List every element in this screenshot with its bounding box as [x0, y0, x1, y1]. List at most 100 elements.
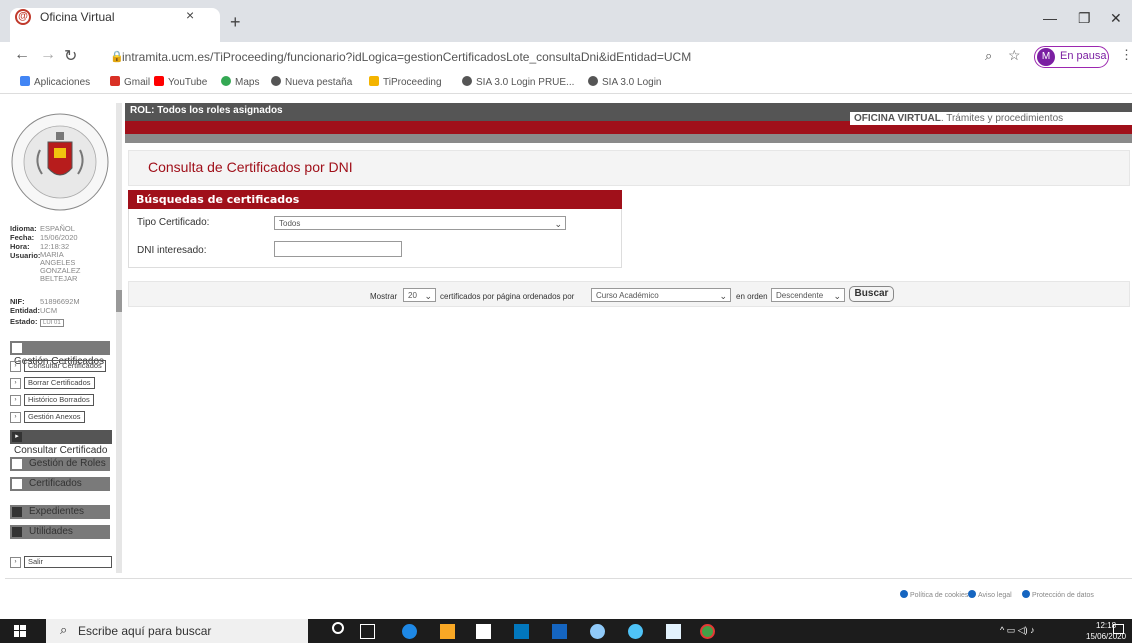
bookmark-tiproceeding[interactable]: TiProceeding	[369, 76, 442, 88]
exit-button[interactable]: › Salir	[10, 556, 112, 569]
bookmark-new-tab[interactable]: Nueva pestaña	[271, 76, 352, 88]
chevron-down-icon: ⌄	[833, 291, 841, 301]
info-nif: NIF: 51896692M	[10, 297, 80, 306]
buscar-button[interactable]: Buscar	[849, 286, 894, 302]
url-text[interactable]: intramita.ucm.es/TiProceeding/funcionari…	[122, 50, 691, 64]
globe-icon	[462, 76, 472, 86]
apps-grid-icon	[20, 76, 30, 86]
avatar: M	[1037, 48, 1055, 66]
word-icon[interactable]	[552, 624, 567, 639]
bookmark-apps[interactable]: Aplicaciones	[20, 76, 90, 88]
menu-gestion-certificados[interactable]: Gestión Certificados	[10, 341, 110, 367]
cortana-icon[interactable]	[332, 622, 344, 634]
chevron-down-icon: ⌄	[554, 219, 562, 229]
gmail-icon	[110, 76, 120, 86]
chevron-down-icon: ⌄	[424, 291, 432, 301]
windows-start-icon[interactable]	[14, 625, 26, 637]
menu-certificados[interactable]: Certificados	[10, 477, 110, 491]
order-by-select[interactable]: Curso Académico ⌄	[591, 288, 731, 302]
cookies-link[interactable]: Política de cookies	[900, 590, 968, 599]
arrow-icon: ›	[10, 394, 21, 406]
new-tab-button[interactable]: +	[230, 12, 241, 33]
restore-icon[interactable]: ❐	[1078, 10, 1091, 27]
menu-item-borrar-certificados[interactable]: › Borrar Certificados	[10, 377, 95, 390]
store-icon[interactable]	[476, 624, 491, 639]
globe-icon	[271, 76, 281, 86]
site-favicon-icon: @	[15, 9, 31, 25]
arrow-icon: ›	[10, 556, 21, 568]
taskbar-search-placeholder: Escribe aquí para buscar	[78, 624, 212, 638]
search-panel-heading: Búsquedas de certificados	[128, 190, 622, 209]
info-fecha: Fecha: 15/06/2020	[10, 233, 78, 242]
en-orden-label: en orden	[736, 292, 768, 301]
menu-expedientes[interactable]: Expedientes	[10, 505, 110, 519]
maps-pin-icon	[221, 76, 231, 86]
order-by-text: certificados por página ordenados por	[440, 292, 575, 301]
per-page-select[interactable]: 20 ⌄	[403, 288, 436, 302]
task-view-icon[interactable]	[360, 624, 375, 639]
oficina-virtual-banner: OFICINA VIRTUAL. Trámites y procedimient…	[850, 112, 1132, 125]
info-icon	[968, 590, 976, 598]
bookmark-sia-prue[interactable]: SIA 3.0 Login PRUE...	[462, 76, 574, 88]
tab-close-icon[interactable]: ×	[186, 7, 194, 23]
header-grey-bar	[125, 134, 1132, 143]
tab-title: Oficina Virtual	[40, 10, 115, 24]
forward-icon[interactable]: →	[40, 46, 56, 64]
info-icon	[1022, 590, 1030, 598]
outlook-icon[interactable]	[514, 624, 529, 639]
globe-icon	[588, 76, 598, 86]
menu-dots-icon[interactable]: ⋮	[1120, 47, 1132, 63]
dni-label: DNI interesado:	[137, 245, 207, 256]
notifications-icon[interactable]	[1113, 624, 1124, 634]
tipo-certificado-label: Tipo Certificado:	[137, 217, 210, 228]
bookmark-gmail[interactable]: Gmail	[110, 76, 150, 88]
edge-icon[interactable]	[402, 624, 417, 639]
search-icon: ⌕	[60, 622, 68, 637]
bookmark-maps[interactable]: Maps	[221, 76, 259, 88]
app-icon[interactable]	[666, 624, 681, 639]
minimize-icon[interactable]: —	[1043, 10, 1057, 26]
system-tray-icons[interactable]: ^ ▭ ◁) ♪	[1000, 625, 1035, 636]
menu-item-consultar-certificados[interactable]: › Consultar Certificados	[10, 360, 106, 373]
proteccion-datos-link[interactable]: Protección de datos	[1022, 590, 1094, 599]
profile-status: En pausa	[1060, 50, 1107, 62]
zoom-icon[interactable]: ⌕	[985, 48, 992, 64]
play-icon: ▸	[12, 432, 22, 442]
app-icon[interactable]	[590, 624, 605, 639]
star-icon[interactable]: ☆	[1008, 47, 1021, 64]
panel-splitter[interactable]	[116, 103, 122, 573]
back-icon[interactable]: ←	[14, 46, 30, 64]
tipo-certificado-select[interactable]: Todos ⌄	[274, 216, 566, 230]
bookmark-sia-login[interactable]: SIA 3.0 Login	[588, 76, 662, 88]
menu-item-historico-borrados[interactable]: › Histórico Borrados	[10, 394, 94, 407]
direction-select[interactable]: Descendente ⌄	[771, 288, 845, 302]
youtube-icon	[154, 76, 164, 86]
menu-item-consultar-certificado-active[interactable]: ▸Consultar Certificado	[10, 430, 112, 456]
chrome-icon[interactable]	[700, 624, 715, 639]
menu-utilidades[interactable]: Utilidades	[10, 525, 110, 539]
info-icon	[900, 590, 908, 598]
app-icon[interactable]	[628, 624, 643, 639]
dni-input[interactable]	[274, 241, 402, 257]
close-window-icon[interactable]: ✕	[1110, 10, 1122, 27]
chevron-down-icon: ⌄	[719, 291, 727, 301]
university-crest-logo	[10, 110, 110, 215]
bookmark-youtube[interactable]: YouTube	[154, 76, 207, 88]
reload-icon[interactable]: ↻	[64, 46, 77, 66]
menu-gestion-roles[interactable]: Gestión de Roles	[10, 457, 110, 471]
arrow-icon: ›	[10, 360, 21, 372]
page-title: Consulta de Certificados por DNI	[148, 159, 353, 175]
footer-divider	[5, 578, 1132, 579]
arrow-icon: ›	[10, 377, 21, 389]
role-label: ROL: Todos los roles asignados	[130, 105, 283, 116]
info-idioma: Idioma: ESPAÑOL	[10, 224, 75, 233]
file-explorer-icon[interactable]	[440, 624, 455, 639]
arrow-icon: ›	[10, 411, 21, 423]
collapse-handle[interactable]	[116, 290, 122, 312]
menu-item-gestion-anexos[interactable]: › Gestión Anexos	[10, 411, 85, 424]
info-usuario: Usuario: MARIA ANGELES GONZALEZ BELTEJAR	[10, 250, 81, 283]
aviso-legal-link[interactable]: Aviso legal	[968, 590, 1012, 599]
info-estado: Estado: LUI 01	[10, 317, 64, 327]
mostrar-label: Mostrar	[370, 292, 398, 301]
info-entidad: Entidad:UCM	[10, 306, 58, 315]
